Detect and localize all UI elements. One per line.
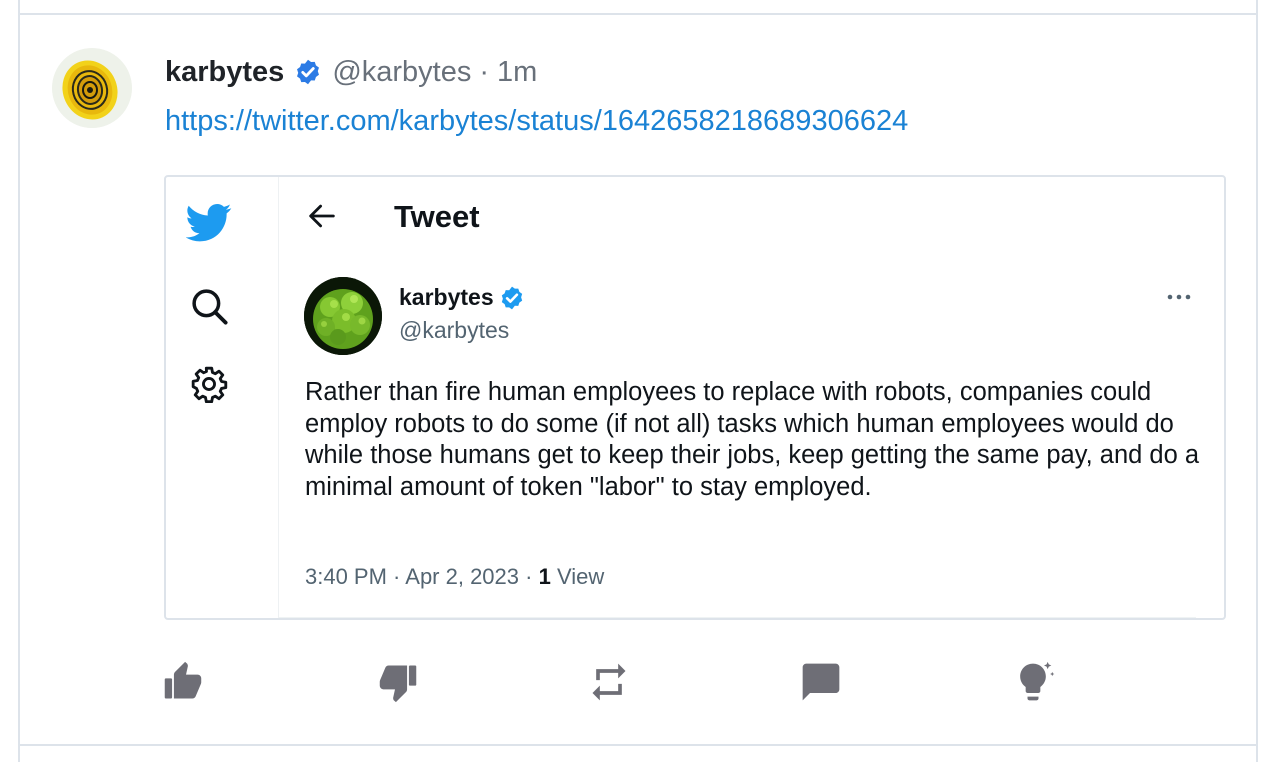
- back-arrow-icon[interactable]: [305, 199, 339, 233]
- separator-dot: ·: [479, 55, 490, 88]
- tweet-author-avatar[interactable]: [304, 277, 382, 355]
- post-time[interactable]: 1m: [497, 56, 537, 89]
- repost-icon[interactable]: [587, 660, 631, 704]
- tweet-divider: [279, 617, 1196, 618]
- tweet-author-handle[interactable]: @karbytes: [399, 317, 509, 344]
- author-handle[interactable]: @karbytes: [332, 56, 471, 89]
- bottom-divider: [18, 744, 1258, 746]
- author-name[interactable]: karbytes: [165, 56, 284, 89]
- verified-badge-icon: [297, 59, 320, 85]
- tweet-views-count: 1: [538, 564, 551, 589]
- lightbulb-icon[interactable]: [1011, 660, 1055, 704]
- thumbs-down-icon[interactable]: [375, 660, 419, 704]
- verified-badge-icon: [501, 286, 522, 309]
- tweet-panel: Tweet karbytes @karbytes Rather than fir…: [279, 177, 1224, 618]
- post-header: karbytes @karbytes · 1m: [165, 52, 537, 92]
- comment-icon[interactable]: [799, 660, 843, 704]
- page-title: Tweet: [394, 199, 480, 234]
- settings-gear-icon[interactable]: [190, 365, 228, 403]
- spiral-avatar-image: [52, 48, 132, 128]
- tweet-author-name-row: karbytes: [399, 284, 525, 311]
- tweet-timestamp[interactable]: 3:40 PM · Apr 2, 2023 ·: [305, 564, 539, 589]
- tweet-author-name[interactable]: karbytes: [399, 284, 494, 311]
- embedded-tweet-image[interactable]: Tweet karbytes @karbytes Rather than fir…: [164, 175, 1226, 620]
- author-avatar[interactable]: [52, 48, 132, 128]
- top-divider: [18, 13, 1258, 15]
- tweet-meta: 3:40 PM · Apr 2, 2023 · 1 View: [305, 564, 604, 590]
- tweet-body: Rather than fire human employees to repl…: [305, 378, 1200, 501]
- romanesco-avatar-image: [304, 277, 382, 355]
- thumbs-up-icon[interactable]: [162, 660, 206, 704]
- twitter-bird-icon: [186, 203, 232, 242]
- twitter-sidebar: [166, 177, 279, 618]
- search-icon[interactable]: [188, 285, 230, 327]
- tweet-link[interactable]: https://twitter.com/karbytes/status/1642…: [165, 105, 908, 138]
- tweet-views-label: View: [550, 564, 605, 589]
- more-options-icon[interactable]: [1164, 287, 1194, 307]
